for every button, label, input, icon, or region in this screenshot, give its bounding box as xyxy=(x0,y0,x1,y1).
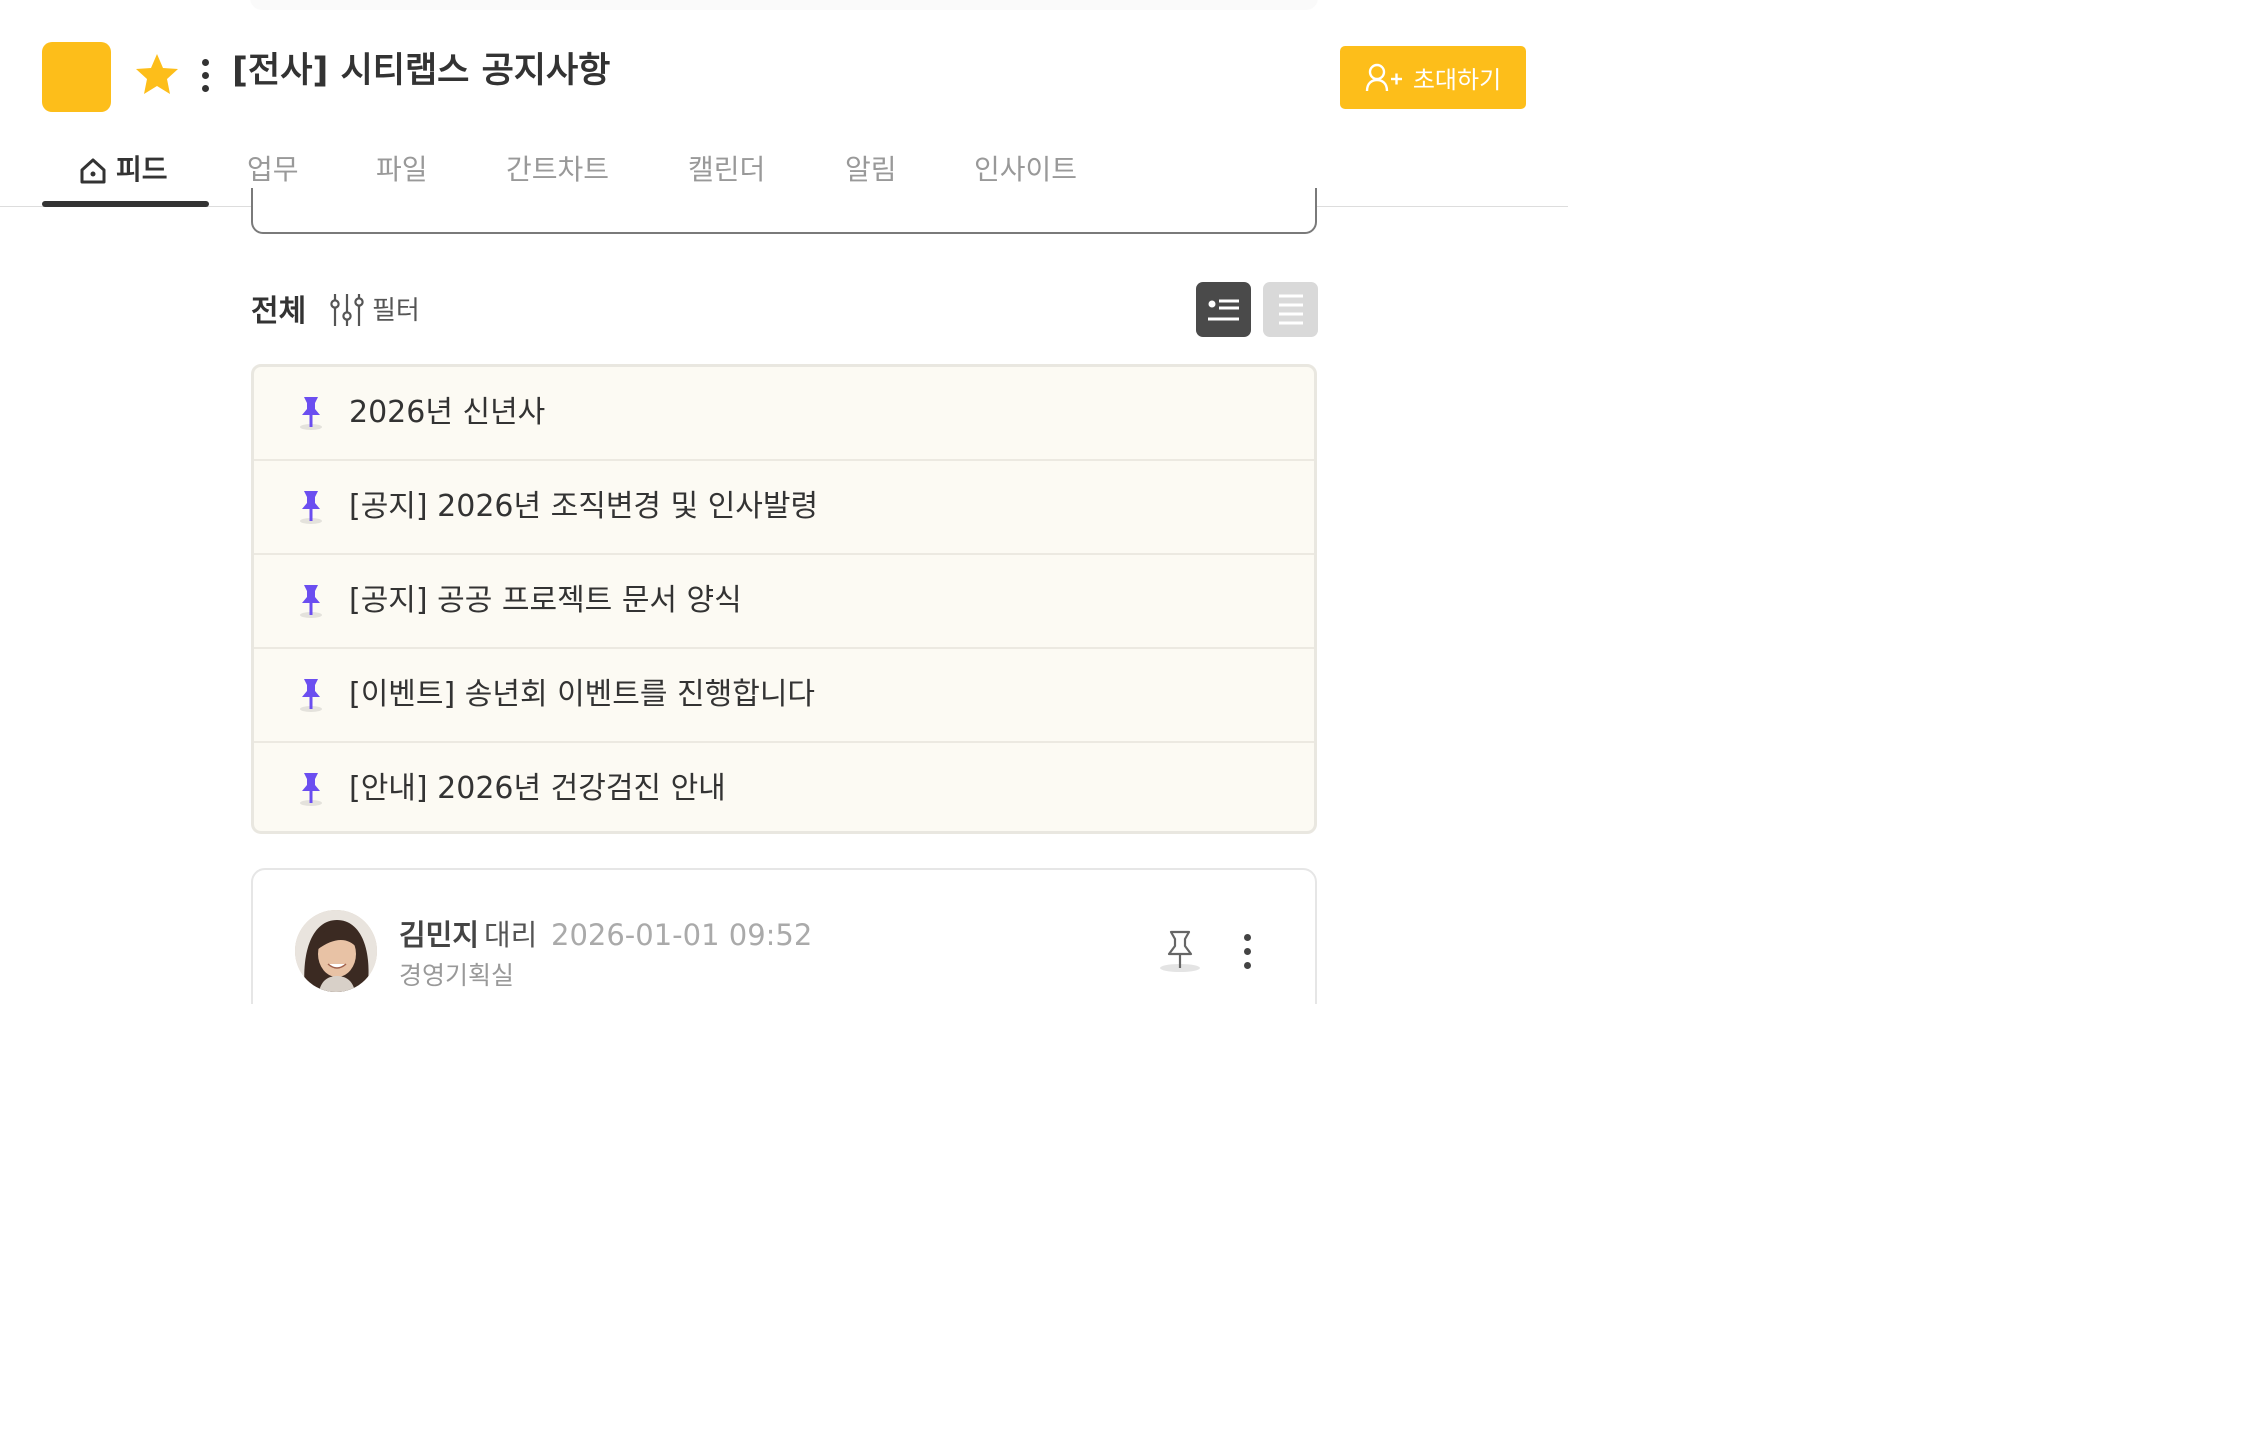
list-view-button[interactable] xyxy=(1263,282,1318,337)
active-tab-indicator xyxy=(42,201,209,207)
pinned-item[interactable]: [공지] 공공 프로젝트 문서 양식 xyxy=(254,555,1314,649)
pinned-item-title: [이벤트] 송년회 이벤트를 진행합니다 xyxy=(349,677,816,712)
post-write-box[interactable] xyxy=(251,188,1317,234)
list-view-icon xyxy=(1278,294,1303,324)
avatar[interactable] xyxy=(295,910,377,992)
favorite-star-icon[interactable] xyxy=(133,51,181,99)
tab-feed[interactable]: 피드 xyxy=(78,150,168,190)
pinned-item-title: [공지] 2026년 조직변경 및 인사발령 xyxy=(349,489,819,524)
post-more-icon[interactable] xyxy=(1241,932,1255,972)
pinned-item[interactable]: [공지] 2026년 조직변경 및 인사발령 xyxy=(254,461,1314,555)
pinned-item[interactable]: [안내] 2026년 건강검진 안내 xyxy=(254,743,1314,831)
card-view-button[interactable] xyxy=(1196,282,1251,337)
tab-tasks[interactable]: 업무 xyxy=(247,150,299,190)
pin-icon xyxy=(300,397,322,430)
avatar-photo xyxy=(295,910,377,992)
invite-button-label: 초대하기 xyxy=(1412,66,1502,94)
pinned-item[interactable]: 2026년 신년사 xyxy=(254,367,1314,461)
pinned-posts-list: 2026년 신년사 [공지] 2026년 조직변경 및 인사발령 [공지] 공공… xyxy=(251,364,1317,834)
author-name[interactable]: 김민지 xyxy=(399,914,479,956)
project-feed-page: [전사] 시티랩스 공지사항 초대하기 피드 업무 파일 간트차트 캘린더 알림… xyxy=(0,0,1568,1004)
post-timestamp: 2026-01-01 09:52 xyxy=(551,918,813,952)
tab-calendar[interactable]: 캘린더 xyxy=(688,150,765,190)
pin-outline-icon[interactable] xyxy=(1157,928,1203,974)
author-department: 경영기획실 xyxy=(399,961,515,990)
pinned-item-title: [안내] 2026년 건강검진 안내 xyxy=(349,771,726,806)
pin-icon xyxy=(300,773,322,806)
tab-gantt[interactable]: 간트차트 xyxy=(506,150,609,190)
top-card-edge xyxy=(250,0,1318,10)
tab-insights[interactable]: 인사이트 xyxy=(974,150,1077,190)
card-view-icon xyxy=(1207,299,1239,320)
pin-icon xyxy=(300,585,322,618)
tab-files[interactable]: 파일 xyxy=(376,150,428,190)
pin-icon xyxy=(300,491,322,524)
feed-section-title: 전체 xyxy=(251,294,307,329)
pinned-item-title: 2026년 신년사 xyxy=(349,395,546,430)
project-color-swatch[interactable] xyxy=(42,42,111,112)
home-icon xyxy=(80,158,106,184)
pin-icon xyxy=(300,679,322,712)
author-rank: 대리 xyxy=(484,918,538,952)
pinned-item-title: [공지] 공공 프로젝트 문서 양식 xyxy=(349,583,742,618)
project-title: [전사] 시티랩스 공지사항 xyxy=(232,51,611,91)
tab-notifications[interactable]: 알림 xyxy=(845,150,897,190)
user-plus-icon xyxy=(1365,63,1402,91)
pinned-item[interactable]: [이벤트] 송년회 이벤트를 진행합니다 xyxy=(254,649,1314,743)
project-menu-icon[interactable] xyxy=(196,54,214,96)
filter-label[interactable]: 필터 xyxy=(372,292,420,330)
feed-post-card: 김민지 대리 2026-01-01 09:52 경영기획실 xyxy=(251,868,1317,1004)
tab-feed-label: 피드 xyxy=(116,153,168,186)
invite-button[interactable]: 초대하기 xyxy=(1340,46,1526,109)
filter-sliders-icon[interactable] xyxy=(330,292,364,328)
